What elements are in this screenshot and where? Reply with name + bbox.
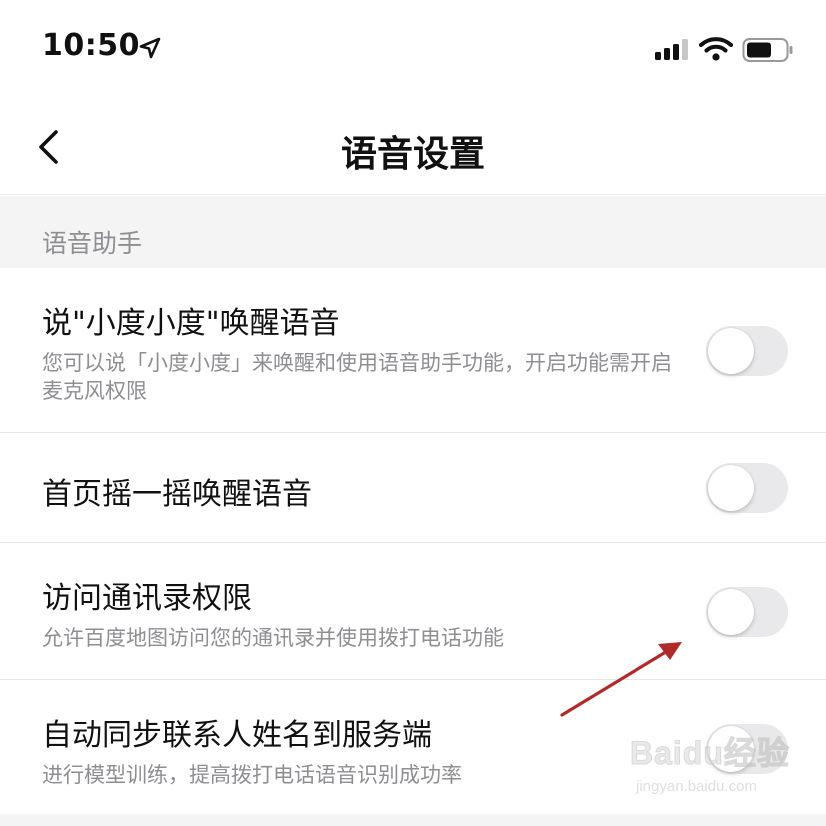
setting-row-shake-wake: 首页摇一摇唤醒语音: [0, 433, 826, 543]
annotation-arrow-icon: [560, 642, 682, 717]
section-title: 语音助手: [42, 229, 143, 258]
section-header: 语音助手: [0, 196, 826, 268]
watermark-subtext: jingyan.baidu.com: [636, 778, 757, 795]
setting-title: 首页摇一摇唤醒语音: [42, 477, 312, 512]
shake-wake-toggle[interactable]: [706, 463, 788, 513]
watermark-text: Baidu经验: [630, 735, 790, 772]
setting-row-xiaodu-wake: 说"小度小度"唤醒语音 您可以说「小度小度」来唤醒和使用语音助手功能，开启功能需…: [0, 268, 826, 433]
setting-title: 访问通讯录权限: [42, 581, 252, 616]
setting-description: 您可以说「小度小度」来唤醒和使用语音助手功能，开启功能需开启麦克风权限: [42, 351, 672, 403]
status-bar: 10:50: [0, 0, 826, 100]
xiaodu-wake-toggle[interactable]: [706, 326, 788, 376]
contacts-permission-toggle[interactable]: [706, 587, 788, 637]
cellular-signal-icon: [655, 39, 688, 60]
toggle-knob: [708, 589, 754, 635]
location-arrow-icon: [139, 37, 161, 59]
page-title: 语音设置: [340, 134, 485, 175]
baidu-watermark: Baidu经验 jingyan.baidu.com: [630, 728, 820, 808]
setting-title: 自动同步联系人姓名到服务端: [42, 718, 432, 753]
setting-row-contacts-permission: 访问通讯录权限 允许百度地图访问您的通讯录并使用拨打电话功能: [0, 543, 826, 680]
battery-icon: [742, 38, 793, 62]
setting-title: 说"小度小度"唤醒语音: [42, 306, 340, 341]
wifi-icon: [699, 37, 733, 61]
toggle-knob: [708, 465, 754, 511]
navigation-bar: 语音设置: [0, 100, 826, 195]
setting-description: 进行模型训练，提高拨打电话语音识别成功率: [42, 763, 462, 787]
toggle-knob: [708, 328, 754, 374]
bottom-divider: [0, 814, 826, 826]
status-time: 10:50: [42, 28, 140, 63]
